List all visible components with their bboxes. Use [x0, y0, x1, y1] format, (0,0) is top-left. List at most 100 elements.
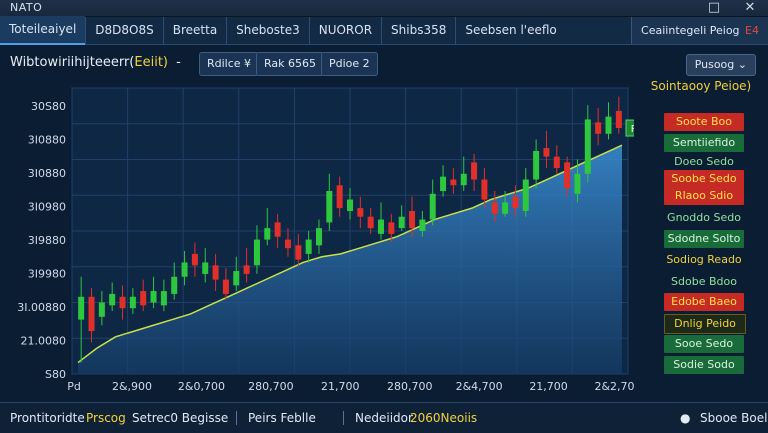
side-panel-row[interactable]: Edobe Baeo — [664, 293, 744, 311]
toolbar-pill-2[interactable]: Pdioe 2 — [321, 52, 378, 76]
candle-body — [481, 179, 488, 200]
side-panel-row[interactable]: Sooe Sedo — [664, 335, 744, 353]
candle-body — [615, 110, 622, 129]
y-tick-label: 3I.00880 — [17, 301, 66, 314]
status-user-icon[interactable]: ● — [680, 403, 690, 433]
x-tick-label: Pd — [67, 380, 81, 393]
candle-body — [595, 122, 602, 134]
close-icon[interactable]: ✕ — [738, 0, 762, 16]
candle-body — [202, 262, 209, 274]
candle-body — [378, 219, 385, 234]
status-mid-a: Peirs Feblle — [248, 411, 316, 425]
status-left-a: Prontitoridte — [10, 411, 85, 425]
candle-body — [502, 202, 509, 214]
y-tick-label: 21.0080 — [21, 335, 67, 348]
candle-body — [222, 279, 229, 294]
candle-body — [347, 199, 353, 211]
x-tick-label: 2&4,700 — [456, 380, 503, 393]
candle-body — [471, 162, 478, 180]
side-panel-row[interactable]: Doeo Sedo — [664, 153, 744, 171]
x-tick-label: 2&2,700 — [594, 380, 634, 393]
tab-4[interactable]: NUOROR — [308, 17, 381, 44]
candle-body — [398, 216, 405, 229]
toolbar: Wibtowiriihijteeerr(Eeiit) - Rdilce ¥ Ra… — [0, 48, 768, 78]
minimize-icon[interactable]: □ — [702, 0, 726, 16]
status-left-b: Prscog — [86, 411, 126, 425]
side-panel-row[interactable]: Soobe Sedo — [664, 170, 744, 188]
candle-body — [326, 190, 333, 223]
candle-body — [171, 276, 178, 294]
tab-close-icon[interactable]: E4 — [745, 24, 759, 37]
side-panel-row[interactable]: Rlaoo Sdio — [664, 187, 744, 205]
window-title: NATO — [10, 1, 43, 14]
tab-right[interactable]: Ceaiintegeli Peiog E4 — [631, 17, 768, 44]
status-bar: Prontitoridte Prscog Setrec0 Begisse Pei… — [0, 402, 768, 433]
status-divider — [343, 411, 344, 425]
x-tick-label: 21,700 — [529, 380, 568, 393]
side-panel-row[interactable]: Sodiog Reado — [664, 251, 744, 269]
candle-body — [388, 222, 395, 234]
side-panel-row[interactable]: Semtiiefido — [664, 134, 744, 152]
candle-body — [274, 222, 281, 237]
title-bar: NATO □ ✕ — [0, 0, 768, 17]
side-panel-row[interactable]: Sdobe Bdoo — [664, 273, 744, 291]
price-chart[interactable]: Pdo30S803I08803I08803I09803I98803I99803I… — [0, 78, 655, 396]
candle-body — [584, 119, 591, 174]
tab-bar: Toteileaiyel D8D8O8S Breetta Sheboste3 N… — [0, 16, 768, 45]
toolbar-pill-0[interactable]: Rdilce ¥ — [199, 52, 260, 76]
candle-body — [564, 162, 571, 189]
x-tick-label: 21,700 — [321, 380, 360, 393]
candle-body — [450, 179, 457, 186]
candle-body — [315, 228, 322, 246]
tab-right-label: Ceaiintegeli Peiog — [641, 24, 740, 37]
status-left-c: Setrec0 Begisse — [132, 411, 229, 425]
candle-body — [543, 148, 550, 157]
candle-body — [160, 291, 167, 306]
tab-2[interactable]: Breetta — [162, 17, 226, 44]
candle-body — [140, 291, 147, 306]
toolbar-pill-1[interactable]: Rak 6565 — [256, 52, 325, 76]
candle-body — [191, 253, 198, 266]
x-tick-label: 2&,900 — [112, 380, 152, 393]
candle-body — [533, 150, 540, 180]
candle-body — [305, 239, 312, 254]
y-tick-label: 3I9980 — [28, 268, 66, 281]
tab-5[interactable]: Shibs358 — [381, 17, 455, 44]
status-far-right[interactable]: Sbooe Boel — [700, 403, 767, 433]
toolbar-dropdown-button[interactable]: Pusoog ⌄ — [685, 54, 756, 76]
candle-body — [98, 302, 105, 317]
candle-body — [522, 179, 529, 211]
candle-body — [150, 291, 157, 303]
tab-1[interactable]: D8D8O8S — [85, 17, 162, 44]
tab-3[interactable]: Sheboste3 — [226, 17, 309, 44]
candle-body — [574, 173, 581, 194]
candle-body — [181, 262, 188, 277]
x-tick-label: 280,700 — [387, 380, 433, 393]
side-panel-row[interactable]: Dnlig Peido — [664, 314, 746, 334]
tab-6[interactable]: Seebsen l'eeflo — [455, 17, 565, 44]
y-tick-label: 3I0880 — [28, 134, 66, 147]
symbol-name: Wibtowiriihijteeerr( — [10, 55, 135, 70]
chart-svg: Pdo30S803I08803I08803I09803I98803I99803I… — [17, 87, 655, 393]
side-panel-row[interactable]: Gnoddo Sedo — [664, 209, 744, 227]
candle-body — [491, 202, 498, 214]
side-panel-row[interactable]: Sodie Sodo — [664, 356, 744, 374]
candle-body — [357, 208, 364, 217]
status-divider — [236, 411, 237, 425]
side-panel-row[interactable]: Soote Boo — [664, 113, 744, 131]
y-tick-label: 3I0880 — [28, 167, 66, 180]
side-panel-title: Sointaooy Peioe) — [650, 79, 752, 93]
candle-body — [233, 271, 240, 286]
side-panel-row[interactable]: Sdodne Solto — [664, 230, 744, 248]
candle-body — [460, 173, 467, 186]
candle-body — [367, 216, 374, 229]
candle-body — [336, 185, 343, 209]
candle-body — [429, 193, 436, 220]
side-panel: Sointaooy Peioe) Soote Boo Semtiiefido Doe… — [634, 78, 768, 396]
tab-0[interactable]: Toteileaiyel — [0, 16, 86, 45]
candle-body — [243, 265, 250, 274]
candle-body — [295, 245, 302, 260]
status-right-a: Nedeiidor — [355, 411, 413, 425]
x-tick-label: 2&0,700 — [178, 380, 225, 393]
symbol-label: Wibtowiriihijteeerr(Eeiit) - — [10, 55, 181, 70]
